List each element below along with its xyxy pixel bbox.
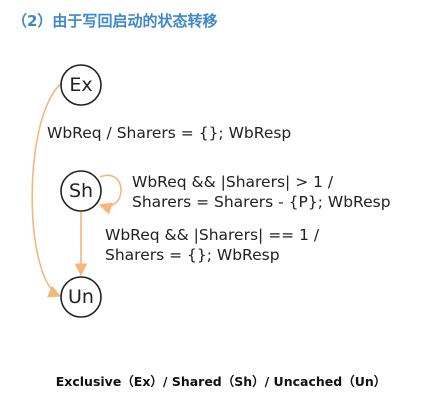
state-label-ex: Ex [69, 74, 92, 96]
legend-caption: Exclusive（Ex）/ Shared（Sh）/ Uncached（Un） [55, 374, 387, 389]
state-label-un: Un [68, 286, 94, 308]
state-label-sh: Sh [69, 180, 93, 202]
state-transition-diagram: Ex Sh Un WbReq / Sharers = {}; WbResp Wb… [31, 64, 391, 318]
edge-label-sh-self-line1: WbReq && |Sharers| > 1 / [132, 173, 334, 191]
edge-sh-self-loop [98, 174, 122, 215]
edge-label-sh-to-un-line2: Sharers = {}; WbResp [105, 246, 280, 264]
diagram-canvas: （2）由于写回启动的状态转移 Ex Sh Un WbReq / Sharers … [0, 0, 442, 401]
edge-label-ex-to-un-line1: WbReq / Sharers = {}; WbResp [47, 124, 291, 142]
state-node-sh: Sh [60, 170, 102, 212]
state-node-un: Un [60, 276, 102, 318]
edge-label-sh-self-line2: Sharers = Sharers - {P}; WbResp [132, 193, 391, 211]
state-node-ex: Ex [60, 64, 102, 106]
edge-label-sh-to-un-line1: WbReq && |Sharers| == 1 / [105, 226, 320, 244]
